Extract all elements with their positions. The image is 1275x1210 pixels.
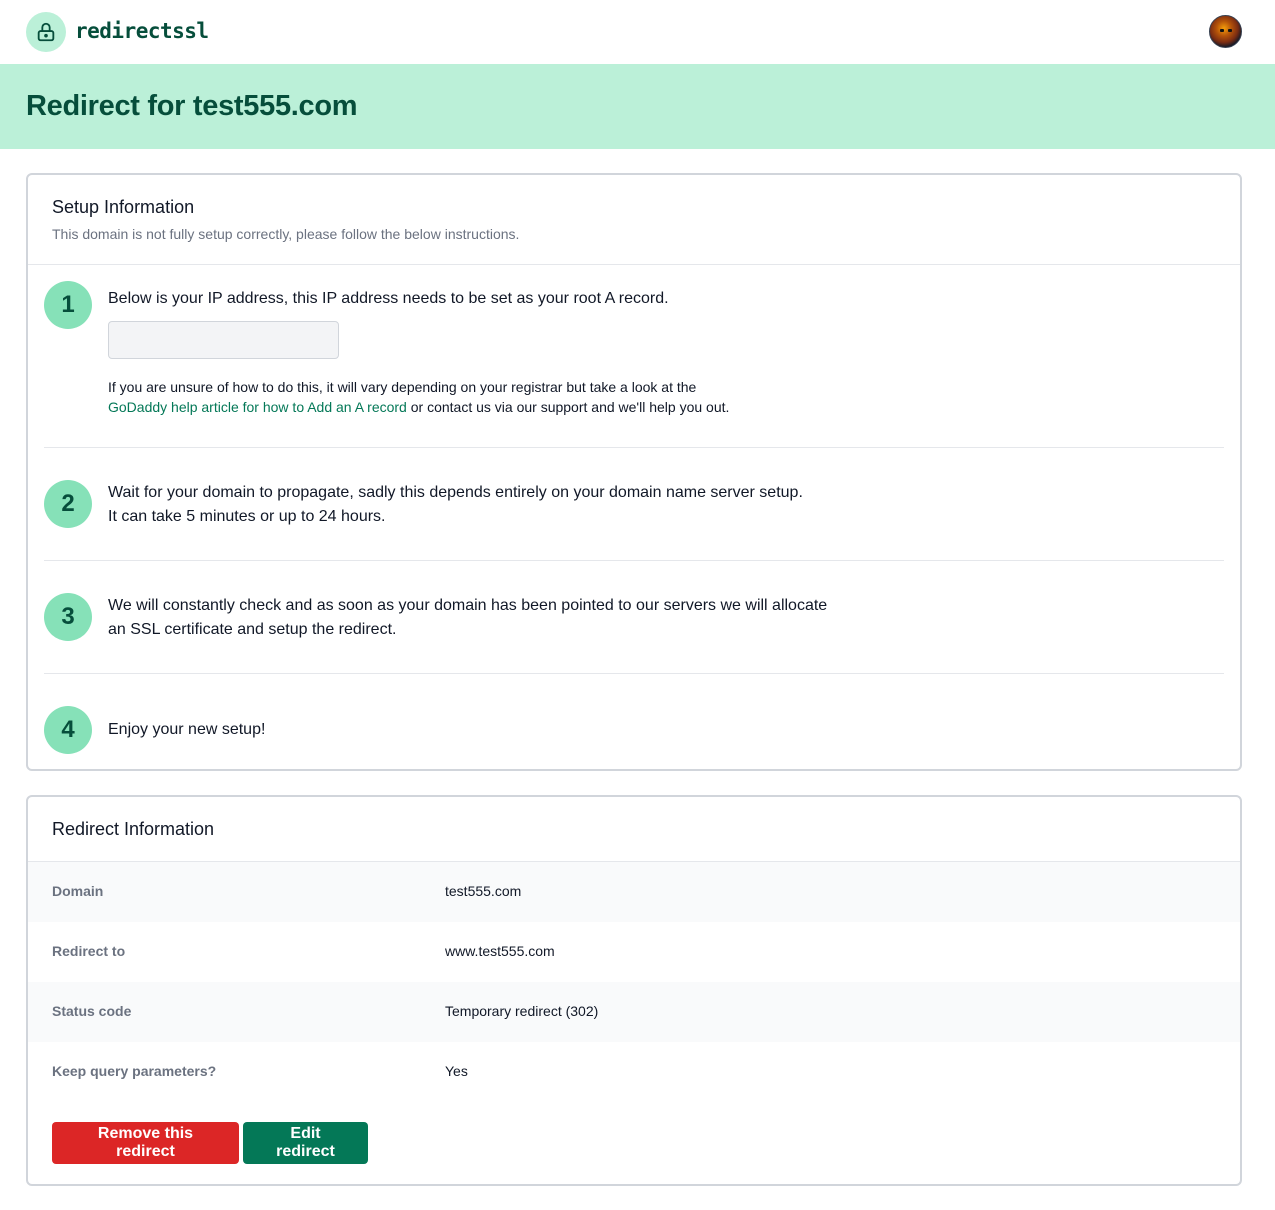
page-title: Redirect for test555.com bbox=[26, 90, 358, 122]
row-value: test555.com bbox=[445, 883, 522, 899]
user-avatar[interactable] bbox=[1209, 15, 1242, 48]
step-number-1: 1 bbox=[44, 281, 92, 329]
setup-step-1: 1 Below is your IP address, this IP addr… bbox=[44, 281, 1224, 451]
setup-step-4: 4 Enjoy your new setup! bbox=[44, 706, 1224, 756]
divider bbox=[44, 673, 1224, 674]
step-number-3: 3 bbox=[44, 593, 92, 641]
info-row-redirect-to: Redirect to www.test555.com bbox=[28, 922, 1240, 982]
info-row-keep-query: Keep query parameters? Yes bbox=[28, 1042, 1240, 1102]
ip-address-field[interactable] bbox=[108, 321, 339, 359]
step-text-1: Below is your IP address, this IP addres… bbox=[108, 290, 669, 307]
row-label: Status code bbox=[52, 1003, 132, 1019]
edit-redirect-button[interactable]: Edit redirect bbox=[243, 1122, 368, 1164]
setup-step-3: 3 We will constantly check and as soon a… bbox=[44, 593, 1224, 653]
row-value: www.test555.com bbox=[445, 943, 555, 959]
setup-card-subtitle: This domain is not fully setup correctly… bbox=[52, 226, 520, 242]
help-text-before: If you are unsure of how to do this, it … bbox=[108, 379, 697, 395]
info-row-status-code: Status code Temporary redirect (302) bbox=[28, 982, 1240, 1042]
row-label: Redirect to bbox=[52, 943, 126, 959]
top-bar: redirectssl bbox=[0, 0, 1275, 64]
setup-information-card: Setup Information This domain is not ful… bbox=[26, 173, 1242, 771]
help-text-after: or contact us via our support and we'll … bbox=[406, 399, 730, 415]
row-label: Domain bbox=[52, 883, 104, 899]
step-number-4: 4 bbox=[44, 706, 92, 754]
divider bbox=[28, 264, 1240, 265]
page-header-banner: Redirect for test555.com bbox=[0, 64, 1275, 149]
app-name[interactable]: redirectssl bbox=[75, 19, 209, 43]
step-text-2: Wait for your domain to propagate, sadly… bbox=[108, 484, 803, 525]
info-row-domain: Domain test555.com bbox=[28, 862, 1240, 922]
redirect-information-card: Redirect Information Domain test555.com … bbox=[26, 795, 1242, 1186]
divider bbox=[44, 447, 1224, 448]
setup-step-2: 2 Wait for your domain to propagate, sad… bbox=[44, 480, 1224, 540]
remove-redirect-button[interactable]: Remove this redirect bbox=[52, 1122, 239, 1164]
step-text-4: Enjoy your new setup! bbox=[108, 721, 266, 738]
logo-badge[interactable] bbox=[26, 12, 66, 52]
lock-icon bbox=[37, 22, 55, 42]
setup-card-title: Setup Information bbox=[52, 197, 195, 217]
step-text-3: We will constantly check and as soon as … bbox=[108, 597, 828, 638]
help-text: If you are unsure of how to do this, it … bbox=[108, 377, 808, 417]
row-value: Temporary redirect (302) bbox=[445, 1003, 599, 1019]
godaddy-help-link[interactable]: GoDaddy help article for how to Add an A… bbox=[108, 399, 407, 415]
redirect-card-title: Redirect Information bbox=[52, 819, 215, 839]
row-label: Keep query parameters? bbox=[52, 1063, 217, 1079]
step-number-2: 2 bbox=[44, 480, 92, 528]
divider bbox=[44, 560, 1224, 561]
row-value: Yes bbox=[445, 1063, 468, 1079]
